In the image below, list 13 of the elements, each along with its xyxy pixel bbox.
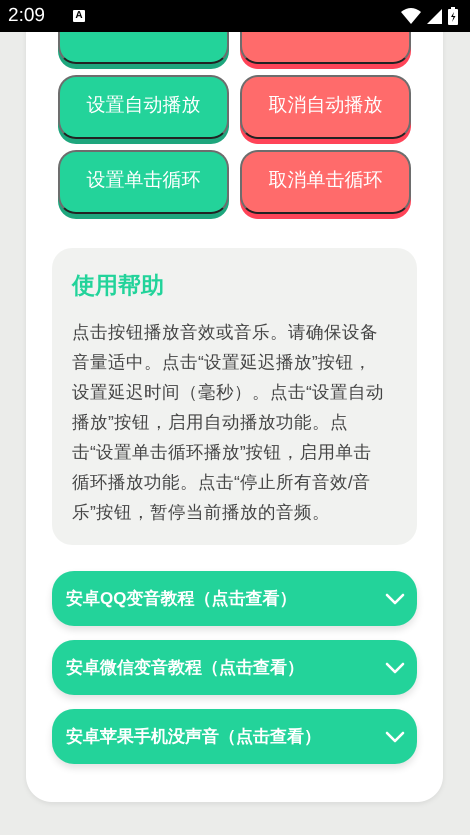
wifi-icon [401,8,421,24]
accordion-header[interactable]: 安卓苹果手机没声音（点击查看） [52,709,417,764]
help-text: 点击按钮播放音效或音乐。请确保设备音量适中。点击“设置延迟播放”按钮，设置延迟时间（毫秒）。点击“设置自动播放”按钮，启用自动播放功能。点击“设置单击循环播放”按钮，启用单击循环播放功能。点击“停止所有音效/音乐”按钮，暂停当前播放的音频。 [72,321,385,524]
accordion-header[interactable]: 安卓微信变音教程（点击查看） [52,640,417,695]
accordion-title: 安卓QQ变音教程（点击查看） [66,588,298,610]
accordion-header[interactable]: 安卓QQ变音教程（点击查看） [52,571,417,626]
status-time: 2:09 [8,5,45,27]
notification-icon: A [72,10,85,22]
help-title: 使用帮助 [72,271,165,300]
signal-icon [427,8,442,24]
accordion-title: 安卓苹果手机没声音（点击查看） [66,726,322,748]
accordion-title: 安卓微信变音教程（点击查看） [66,657,305,679]
battery-icon [448,7,458,25]
